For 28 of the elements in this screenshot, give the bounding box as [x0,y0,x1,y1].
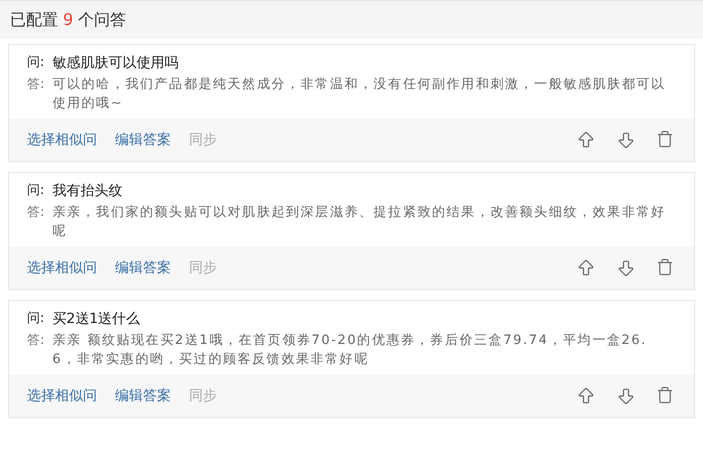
question-text: 我有抬头纹 [52,182,122,201]
action-link[interactable]: 选择相似问 [27,131,97,149]
question-label: 问: [27,310,44,328]
move-down-icon[interactable] [616,258,636,278]
answer-label: 答: [27,204,44,222]
question-text: 敏感肌肤可以使用吗 [52,54,178,73]
delete-icon[interactable] [656,386,674,406]
question-label: 问: [27,54,44,72]
header-title: 已配置 9 个问答 [10,10,126,30]
action-link[interactable]: 选择相似问 [27,387,97,405]
answer-label: 答: [27,76,44,94]
question-label: 问: [27,182,44,200]
delete-icon[interactable] [656,130,674,150]
move-down-icon[interactable] [616,386,636,406]
question-text: 买2送1送什么 [52,310,140,329]
delete-icon[interactable] [656,258,674,278]
move-down-icon[interactable] [616,130,636,150]
action-link[interactable]: 选择相似问 [27,259,97,277]
action-link[interactable]: 编辑答案 [115,131,171,149]
action-link[interactable]: 编辑答案 [115,387,171,405]
move-up-icon[interactable] [576,258,596,278]
answer-text: 亲亲，我们家的额头贴可以对肌肤起到深层滋养、提拉紧致的结果，改善额头细纹，效果非常好呢 [52,204,666,241]
action-link[interactable]: 编辑答案 [115,259,171,277]
move-up-icon[interactable] [576,386,596,406]
answer-label: 答: [27,332,44,350]
answer-text: 可以的哈，我们产品都是纯天然成分，非常温和，没有任何副作用和刺激，一般敏感肌肤都可以使用的哦~ [52,76,666,113]
move-up-icon[interactable] [576,130,596,150]
answer-text: 亲亲 额纹贴现在买2送1哦，在首页领券70-20的优惠券，券后价三盒79.74，平均一盒26.6，非常实惠的哟，买过的顾客反馈效果非常好呢 [52,332,648,369]
